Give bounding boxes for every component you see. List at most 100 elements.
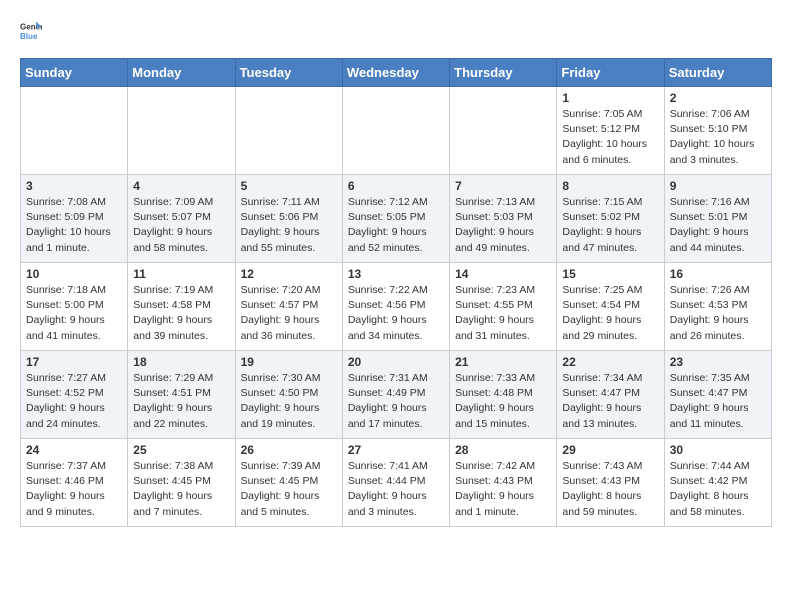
calendar-cell-w2d1: 3 Sunrise: 7:08 AM Sunset: 5:09 PM Daylig… [21, 175, 128, 263]
col-header-saturday: Saturday [664, 59, 771, 87]
day-number: 6 [348, 179, 444, 193]
day-number: 27 [348, 443, 444, 457]
calendar-cell-w2d4: 6 Sunrise: 7:12 AM Sunset: 5:05 PM Daylig… [342, 175, 449, 263]
calendar-cell-w1d6: 1 Sunrise: 7:05 AM Sunset: 5:12 PM Daylig… [557, 87, 664, 175]
day-info: Sunrise: 7:06 AM Sunset: 5:10 PM Dayligh… [670, 107, 766, 168]
day-number: 11 [133, 267, 229, 281]
calendar-cell-w4d5: 21 Sunrise: 7:33 AM Sunset: 4:48 PM Dayli… [450, 351, 557, 439]
calendar-cell-w1d5 [450, 87, 557, 175]
calendar-cell-w5d5: 28Sunrise: 7:42 AM Sunset: 4:43 PM Dayli… [450, 439, 557, 527]
day-number: 26 [241, 443, 337, 457]
day-info: Sunrise: 7:42 AM Sunset: 4:43 PM Dayligh… [455, 459, 551, 520]
day-info: Sunrise: 7:16 AM Sunset: 5:01 PM Dayligh… [670, 195, 766, 256]
calendar-cell-w4d2: 18Sunrise: 7:29 AM Sunset: 4:51 PM Dayli… [128, 351, 235, 439]
day-info: Sunrise: 7:18 AM Sunset: 5:00 PM Dayligh… [26, 283, 122, 344]
calendar-week-2: 3 Sunrise: 7:08 AM Sunset: 5:09 PM Daylig… [21, 175, 772, 263]
day-info: Sunrise: 7:38 AM Sunset: 4:45 PM Dayligh… [133, 459, 229, 520]
day-number: 29 [562, 443, 658, 457]
day-number: 25 [133, 443, 229, 457]
day-info: Sunrise: 7:43 AM Sunset: 4:43 PM Dayligh… [562, 459, 658, 520]
calendar-cell-w2d2: 4Sunrise: 7:09 AM Sunset: 5:07 PM Daylig… [128, 175, 235, 263]
day-number: 12 [241, 267, 337, 281]
calendar-week-4: 17Sunrise: 7:27 AM Sunset: 4:52 PM Dayli… [21, 351, 772, 439]
col-header-thursday: Thursday [450, 59, 557, 87]
day-number: 20 [348, 355, 444, 369]
day-number: 17 [26, 355, 122, 369]
calendar-cell-w3d5: 14 Sunrise: 7:23 AM Sunset: 4:55 PM Dayli… [450, 263, 557, 351]
day-info: Sunrise: 7:39 AM Sunset: 4:45 PM Dayligh… [241, 459, 337, 520]
day-number: 22 [562, 355, 658, 369]
day-number: 21 [455, 355, 551, 369]
day-number: 16 [670, 267, 766, 281]
calendar-week-3: 10 Sunrise: 7:18 AM Sunset: 5:00 PM Dayli… [21, 263, 772, 351]
calendar-cell-w2d5: 7Sunrise: 7:13 AM Sunset: 5:03 PM Daylig… [450, 175, 557, 263]
day-number: 19 [241, 355, 337, 369]
calendar-cell-w4d7: 23Sunrise: 7:35 AM Sunset: 4:47 PM Dayli… [664, 351, 771, 439]
day-number: 24 [26, 443, 122, 457]
calendar-cell-w4d3: 19Sunrise: 7:30 AM Sunset: 4:50 PM Dayli… [235, 351, 342, 439]
day-info: Sunrise: 7:08 AM Sunset: 5:09 PM Dayligh… [26, 195, 122, 256]
col-header-friday: Friday [557, 59, 664, 87]
day-info: Sunrise: 7:25 AM Sunset: 4:54 PM Dayligh… [562, 283, 658, 344]
day-info: Sunrise: 7:12 AM Sunset: 5:05 PM Dayligh… [348, 195, 444, 256]
day-info: Sunrise: 7:15 AM Sunset: 5:02 PM Dayligh… [562, 195, 658, 256]
calendar-week-5: 24 Sunrise: 7:37 AM Sunset: 4:46 PM Dayli… [21, 439, 772, 527]
calendar-cell-w3d6: 15 Sunrise: 7:25 AM Sunset: 4:54 PM Dayli… [557, 263, 664, 351]
day-number: 14 [455, 267, 551, 281]
calendar-cell-w2d7: 9Sunrise: 7:16 AM Sunset: 5:01 PM Daylig… [664, 175, 771, 263]
col-header-monday: Monday [128, 59, 235, 87]
day-number: 8 [562, 179, 658, 193]
calendar-table: SundayMondayTuesdayWednesdayThursdayFrid… [20, 58, 772, 527]
day-number: 1 [562, 91, 658, 105]
calendar-cell-w2d6: 8 Sunrise: 7:15 AM Sunset: 5:02 PM Daylig… [557, 175, 664, 263]
day-number: 10 [26, 267, 122, 281]
day-info: Sunrise: 7:44 AM Sunset: 4:42 PM Dayligh… [670, 459, 766, 520]
day-number: 23 [670, 355, 766, 369]
day-info: Sunrise: 7:26 AM Sunset: 4:53 PM Dayligh… [670, 283, 766, 344]
calendar-cell-w3d2: 11 Sunrise: 7:19 AM Sunset: 4:58 PM Dayli… [128, 263, 235, 351]
calendar-cell-w5d4: 27 Sunrise: 7:41 AM Sunset: 4:44 PM Dayli… [342, 439, 449, 527]
day-number: 3 [26, 179, 122, 193]
calendar-cell-w4d6: 22 Sunrise: 7:34 AM Sunset: 4:47 PM Dayli… [557, 351, 664, 439]
day-number: 5 [241, 179, 337, 193]
day-number: 18 [133, 355, 229, 369]
calendar-cell-w1d7: 2 Sunrise: 7:06 AM Sunset: 5:10 PM Daylig… [664, 87, 771, 175]
day-number: 30 [670, 443, 766, 457]
day-info: Sunrise: 7:41 AM Sunset: 4:44 PM Dayligh… [348, 459, 444, 520]
day-info: Sunrise: 7:19 AM Sunset: 4:58 PM Dayligh… [133, 283, 229, 344]
day-info: Sunrise: 7:05 AM Sunset: 5:12 PM Dayligh… [562, 107, 658, 168]
svg-text:Blue: Blue [20, 32, 38, 41]
day-number: 2 [670, 91, 766, 105]
col-header-wednesday: Wednesday [342, 59, 449, 87]
calendar-cell-w1d1 [21, 87, 128, 175]
day-info: Sunrise: 7:13 AM Sunset: 5:03 PM Dayligh… [455, 195, 551, 256]
day-info: Sunrise: 7:34 AM Sunset: 4:47 PM Dayligh… [562, 371, 658, 432]
day-info: Sunrise: 7:37 AM Sunset: 4:46 PM Dayligh… [26, 459, 122, 520]
day-info: Sunrise: 7:20 AM Sunset: 4:57 PM Dayligh… [241, 283, 337, 344]
day-number: 15 [562, 267, 658, 281]
calendar-cell-w3d7: 16 Sunrise: 7:26 AM Sunset: 4:53 PM Dayli… [664, 263, 771, 351]
calendar-cell-w1d4 [342, 87, 449, 175]
calendar-cell-w1d2 [128, 87, 235, 175]
page-header: General Blue [20, 20, 772, 42]
day-info: Sunrise: 7:09 AM Sunset: 5:07 PM Dayligh… [133, 195, 229, 256]
day-number: 13 [348, 267, 444, 281]
day-info: Sunrise: 7:33 AM Sunset: 4:48 PM Dayligh… [455, 371, 551, 432]
calendar-week-1: 1 Sunrise: 7:05 AM Sunset: 5:12 PM Daylig… [21, 87, 772, 175]
calendar-cell-w5d3: 26 Sunrise: 7:39 AM Sunset: 4:45 PM Dayli… [235, 439, 342, 527]
col-header-sunday: Sunday [21, 59, 128, 87]
col-header-tuesday: Tuesday [235, 59, 342, 87]
calendar-cell-w3d1: 10 Sunrise: 7:18 AM Sunset: 5:00 PM Dayli… [21, 263, 128, 351]
logo: General Blue [20, 20, 48, 42]
calendar-header-row: SundayMondayTuesdayWednesdayThursdayFrid… [21, 59, 772, 87]
calendar-cell-w5d1: 24 Sunrise: 7:37 AM Sunset: 4:46 PM Dayli… [21, 439, 128, 527]
calendar-cell-w2d3: 5Sunrise: 7:11 AM Sunset: 5:06 PM Daylig… [235, 175, 342, 263]
calendar-cell-w5d6: 29 Sunrise: 7:43 AM Sunset: 4:43 PM Dayli… [557, 439, 664, 527]
day-info: Sunrise: 7:23 AM Sunset: 4:55 PM Dayligh… [455, 283, 551, 344]
calendar-cell-w4d4: 20 Sunrise: 7:31 AM Sunset: 4:49 PM Dayli… [342, 351, 449, 439]
calendar-cell-w4d1: 17Sunrise: 7:27 AM Sunset: 4:52 PM Dayli… [21, 351, 128, 439]
calendar-cell-w1d3 [235, 87, 342, 175]
logo-icon: General Blue [20, 20, 42, 42]
calendar-cell-w5d7: 30 Sunrise: 7:44 AM Sunset: 4:42 PM Dayli… [664, 439, 771, 527]
day-info: Sunrise: 7:31 AM Sunset: 4:49 PM Dayligh… [348, 371, 444, 432]
